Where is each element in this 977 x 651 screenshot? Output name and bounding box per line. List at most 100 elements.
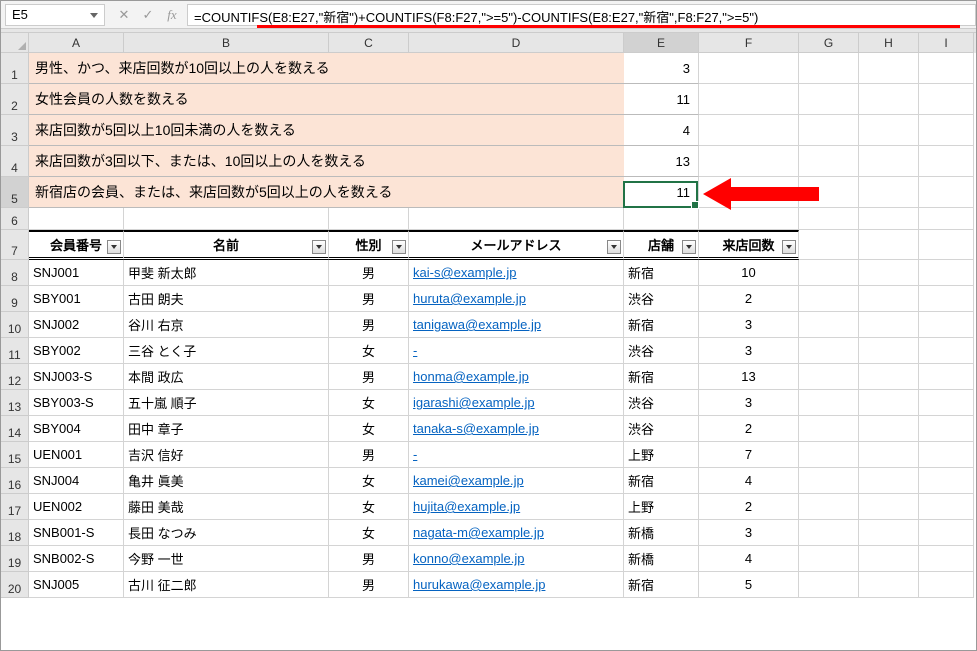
table-cell-shop[interactable]: 渋谷 <box>624 390 699 416</box>
cell-B6[interactable] <box>124 208 329 230</box>
col-header-D[interactable]: D <box>409 33 624 53</box>
table-cell-mail[interactable]: kamei@example.jp <box>409 468 624 494</box>
table-cell-shop[interactable]: 新橋 <box>624 546 699 572</box>
row-header-8[interactable]: 8 <box>1 260 29 286</box>
cell-H9[interactable] <box>859 286 919 312</box>
cell-G20[interactable] <box>799 572 859 598</box>
table-cell-id[interactable]: UEN001 <box>29 442 124 468</box>
table-cell-visits[interactable]: 3 <box>699 338 799 364</box>
cell-H17[interactable] <box>859 494 919 520</box>
table-cell-name[interactable]: 本間 政広 <box>124 364 329 390</box>
table-cell-name[interactable]: 吉沢 信好 <box>124 442 329 468</box>
cell-H2[interactable] <box>859 84 919 115</box>
mail-link[interactable]: nagata-m@example.jp <box>413 525 544 540</box>
table-cell-shop[interactable]: 上野 <box>624 494 699 520</box>
summary-value-1[interactable]: 3 <box>624 53 699 84</box>
table-cell-id[interactable]: SNJ004 <box>29 468 124 494</box>
cell-A6[interactable] <box>29 208 124 230</box>
cell-I18[interactable] <box>919 520 974 546</box>
summary-label-3[interactable]: 来店回数が5回以上10回未満の人を数える <box>29 115 624 146</box>
filter-dropdown-icon[interactable] <box>682 240 696 254</box>
mail-link[interactable]: igarashi@example.jp <box>413 395 535 410</box>
mail-link[interactable]: tanigawa@example.jp <box>413 317 541 332</box>
table-cell-visits[interactable]: 2 <box>699 286 799 312</box>
table-header-3[interactable]: メールアドレス <box>409 230 624 260</box>
cell-I12[interactable] <box>919 364 974 390</box>
table-cell-shop[interactable]: 渋谷 <box>624 286 699 312</box>
cell-H14[interactable] <box>859 416 919 442</box>
cell-H13[interactable] <box>859 390 919 416</box>
col-header-E[interactable]: E <box>624 33 699 53</box>
summary-label-2[interactable]: 女性会員の人数を数える <box>29 84 624 115</box>
cell-G1[interactable] <box>799 53 859 84</box>
cell-G16[interactable] <box>799 468 859 494</box>
table-cell-shop[interactable]: 新宿 <box>624 468 699 494</box>
cell-I8[interactable] <box>919 260 974 286</box>
row-header-4[interactable]: 4 <box>1 146 29 177</box>
cell-D6[interactable] <box>409 208 624 230</box>
row-header-12[interactable]: 12 <box>1 364 29 390</box>
table-cell-mail[interactable]: igarashi@example.jp <box>409 390 624 416</box>
cell-G15[interactable] <box>799 442 859 468</box>
cell-H19[interactable] <box>859 546 919 572</box>
mail-link[interactable]: - <box>413 447 417 462</box>
table-header-0[interactable]: 会員番号 <box>29 230 124 260</box>
table-cell-sex[interactable]: 男 <box>329 364 409 390</box>
filter-dropdown-icon[interactable] <box>107 240 121 254</box>
table-cell-visits[interactable]: 2 <box>699 494 799 520</box>
cell-I6[interactable] <box>919 208 974 230</box>
row-header-19[interactable]: 19 <box>1 546 29 572</box>
table-cell-visits[interactable]: 5 <box>699 572 799 598</box>
table-cell-name[interactable]: 田中 章子 <box>124 416 329 442</box>
table-cell-name[interactable]: 今野 一世 <box>124 546 329 572</box>
mail-link[interactable]: kai-s@example.jp <box>413 265 517 280</box>
row-header-17[interactable]: 17 <box>1 494 29 520</box>
table-cell-id[interactable]: SNJ001 <box>29 260 124 286</box>
mail-link[interactable]: honma@example.jp <box>413 369 529 384</box>
table-cell-visits[interactable]: 7 <box>699 442 799 468</box>
table-cell-mail[interactable]: konno@example.jp <box>409 546 624 572</box>
table-cell-shop[interactable]: 新橋 <box>624 520 699 546</box>
table-cell-mail[interactable]: tanaka-s@example.jp <box>409 416 624 442</box>
table-cell-sex[interactable]: 女 <box>329 338 409 364</box>
table-cell-id[interactable]: SBY001 <box>29 286 124 312</box>
table-cell-sex[interactable]: 男 <box>329 546 409 572</box>
cell-F2[interactable] <box>699 84 799 115</box>
table-cell-mail[interactable]: tanigawa@example.jp <box>409 312 624 338</box>
filter-dropdown-icon[interactable] <box>782 240 796 254</box>
table-header-4[interactable]: 店舗 <box>624 230 699 260</box>
spreadsheet-grid[interactable]: A B C D E F G H I 1男性、かつ、来店回数が10回以上の人を数え… <box>1 33 976 598</box>
mail-link[interactable]: huruta@example.jp <box>413 291 526 306</box>
table-cell-sex[interactable]: 男 <box>329 312 409 338</box>
mail-link[interactable]: kamei@example.jp <box>413 473 524 488</box>
mail-link[interactable]: - <box>413 343 417 358</box>
table-cell-sex[interactable]: 女 <box>329 468 409 494</box>
cell-G7[interactable] <box>799 230 859 260</box>
summary-label-5[interactable]: 新宿店の会員、または、来店回数が5回以上の人を数える <box>29 177 624 208</box>
cell-H15[interactable] <box>859 442 919 468</box>
table-cell-name[interactable]: 長田 なつみ <box>124 520 329 546</box>
row-header-20[interactable]: 20 <box>1 572 29 598</box>
cell-G2[interactable] <box>799 84 859 115</box>
cell-H1[interactable] <box>859 53 919 84</box>
row-header-13[interactable]: 13 <box>1 390 29 416</box>
table-cell-name[interactable]: 古田 朗夫 <box>124 286 329 312</box>
mail-link[interactable]: tanaka-s@example.jp <box>413 421 539 436</box>
cell-G19[interactable] <box>799 546 859 572</box>
cell-F1[interactable] <box>699 53 799 84</box>
mail-link[interactable]: hujita@example.jp <box>413 499 520 514</box>
table-cell-id[interactable]: SNJ002 <box>29 312 124 338</box>
cell-H18[interactable] <box>859 520 919 546</box>
name-box[interactable]: E5 <box>5 4 105 26</box>
col-header-H[interactable]: H <box>859 33 919 53</box>
row-header-16[interactable]: 16 <box>1 468 29 494</box>
table-cell-visits[interactable]: 3 <box>699 520 799 546</box>
cell-I5[interactable] <box>919 177 974 208</box>
cell-I4[interactable] <box>919 146 974 177</box>
cell-H5[interactable] <box>859 177 919 208</box>
table-header-2[interactable]: 性別 <box>329 230 409 260</box>
cell-G14[interactable] <box>799 416 859 442</box>
cell-H3[interactable] <box>859 115 919 146</box>
cell-H11[interactable] <box>859 338 919 364</box>
table-cell-name[interactable]: 谷川 右京 <box>124 312 329 338</box>
